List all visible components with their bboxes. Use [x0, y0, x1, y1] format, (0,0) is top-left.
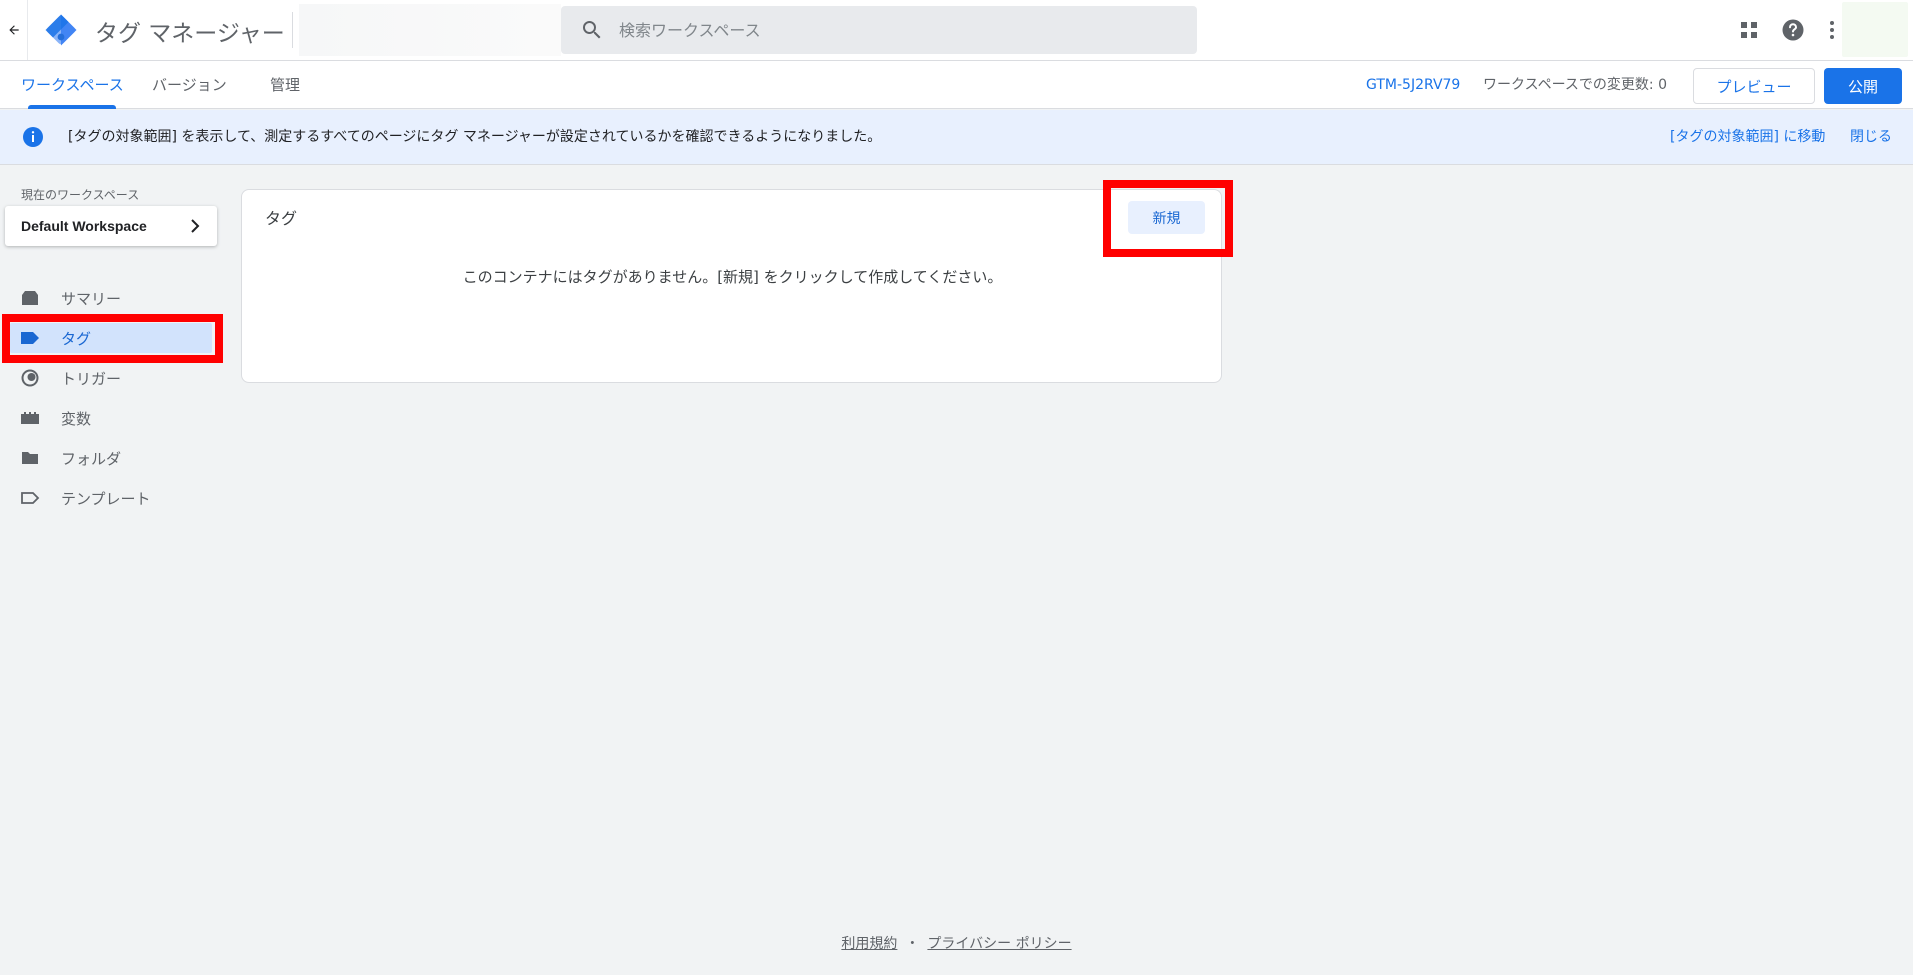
tags-card: タグ 新規 このコンテナにはタグがありません。[新規] をクリックして作成してく… — [241, 189, 1222, 383]
sidebar-item-label: フォルダ — [61, 449, 122, 468]
go-to-tag-coverage-link[interactable]: [タグの対象範囲] に移動 — [1670, 110, 1825, 165]
active-tab-indicator — [28, 105, 116, 109]
variables-icon — [21, 412, 39, 424]
empty-state-message: このコンテナにはタグがありません。[新規] をクリックして作成してください。 — [462, 268, 1003, 286]
terms-link[interactable]: 利用規約 — [841, 936, 897, 952]
sidebar-item-variables[interactable]: 変数 — [10, 403, 212, 433]
arrow-back-icon — [8, 25, 19, 35]
sidebar-item-label: トリガー — [61, 369, 122, 388]
back-button[interactable] — [0, 0, 28, 60]
sidebar-item-label: サマリー — [61, 289, 122, 308]
help-icon[interactable] — [1780, 17, 1806, 43]
tag-icon — [21, 332, 39, 344]
current-workspace-label: 現在のワークスペース — [21, 188, 140, 202]
more-vert-icon[interactable] — [1820, 17, 1844, 43]
footer: 利用規約・プライバシー ポリシー — [0, 933, 1913, 953]
apps-grid-icon[interactable] — [1736, 17, 1762, 43]
info-banner: [タグの対象範囲] を表示して、測定するすべてのページにタグ マネージャーが設定… — [0, 110, 1913, 165]
sidebar-item-label: テンプレート — [61, 489, 151, 508]
sidebar-item-summary[interactable]: サマリー — [10, 283, 212, 313]
trigger-icon — [21, 369, 39, 387]
app-title: タグ マネージャー — [95, 21, 285, 47]
chevron-right-icon — [191, 219, 200, 233]
container-id-link[interactable]: GTM-5J2RV79 — [1366, 61, 1460, 109]
folder-icon — [22, 452, 38, 464]
workspace-selector-area[interactable] — [299, 4, 561, 56]
sub-navigation: ワークスペース バージョン 管理 GTM-5J2RV79 ワークスペースでの変更… — [0, 61, 1913, 109]
sidebar-item-tags[interactable]: タグ — [10, 323, 212, 353]
workspace-switcher[interactable]: Default Workspace — [5, 206, 217, 246]
tab-workspace[interactable]: ワークスペース — [21, 61, 124, 109]
summary-icon — [22, 291, 38, 305]
title-divider — [292, 12, 293, 48]
new-tag-button[interactable]: 新規 — [1128, 201, 1205, 234]
privacy-policy-link[interactable]: プライバシー ポリシー — [927, 936, 1071, 952]
banner-message: [タグの対象範囲] を表示して、測定するすべてのページにタグ マネージャーが設定… — [68, 129, 882, 145]
sidebar-item-folders[interactable]: フォルダ — [10, 443, 212, 473]
info-icon — [23, 127, 43, 147]
workspace-changes-count: ワークスペースでの変更数: 0 — [1483, 77, 1667, 93]
publish-button[interactable]: 公開 — [1824, 68, 1902, 104]
tab-versions[interactable]: バージョン — [152, 61, 227, 109]
tab-admin[interactable]: 管理 — [270, 61, 300, 109]
search-icon — [583, 21, 601, 39]
sidebar-item-triggers[interactable]: トリガー — [10, 363, 212, 393]
footer-separator: ・ — [905, 936, 920, 952]
tag-manager-logo — [45, 14, 77, 46]
search-bar[interactable] — [561, 6, 1197, 54]
account-avatar[interactable] — [1842, 2, 1908, 57]
sidebar-item-templates[interactable]: テンプレート — [10, 483, 212, 513]
template-icon — [21, 492, 40, 504]
close-banner-link[interactable]: 閉じる — [1850, 110, 1892, 165]
top-app-bar: タグ マネージャー — [0, 0, 1913, 61]
sidebar-item-label: 変数 — [61, 409, 92, 428]
workspace-name: Default Workspace — [21, 218, 147, 234]
card-title: タグ — [265, 209, 298, 228]
sidebar-item-label: タグ — [61, 329, 92, 348]
search-input[interactable] — [619, 20, 1139, 40]
preview-button[interactable]: プレビュー — [1693, 68, 1815, 104]
